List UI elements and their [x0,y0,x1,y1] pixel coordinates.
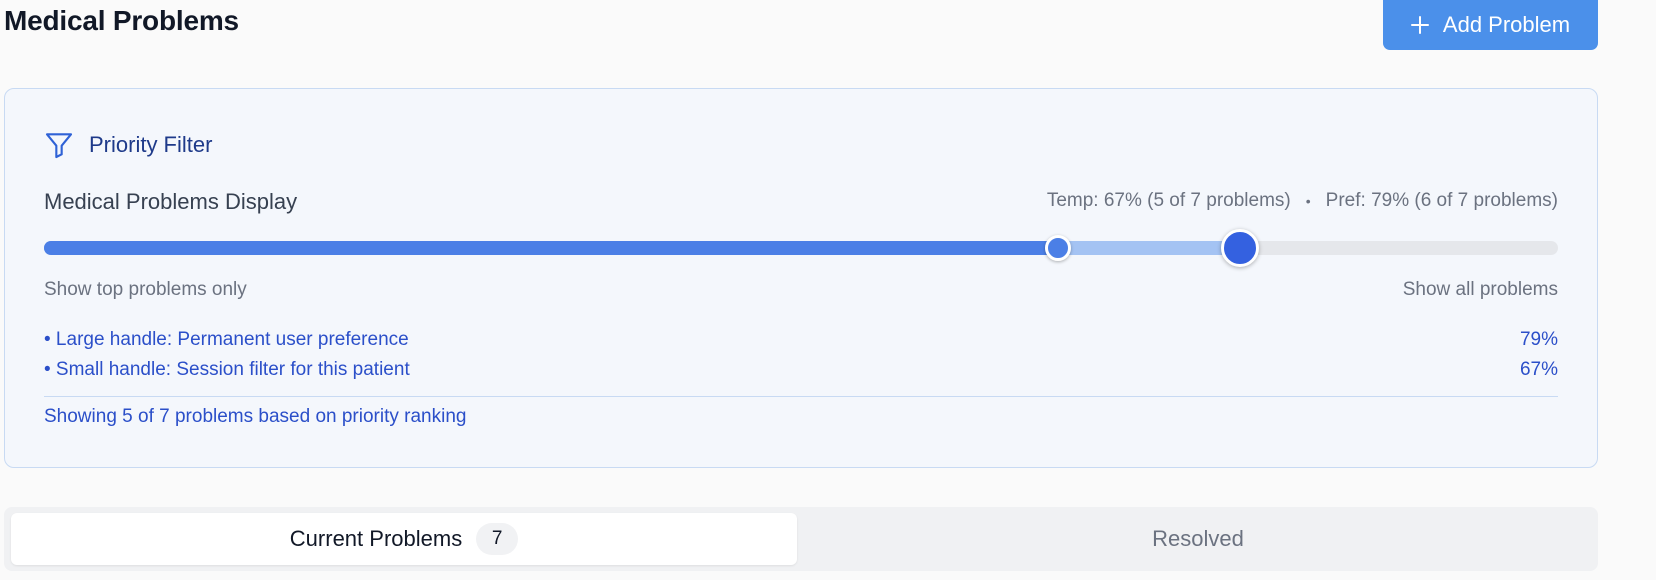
range-max-label: Show all problems [1402,279,1558,300]
count-badge: 7 [476,523,519,555]
priority-filter-card: Priority Filter Medical Problems Display… [4,88,1598,468]
add-problem-label: Add Problem [1442,12,1571,37]
tab-resolved[interactable]: Resolved [804,513,1592,565]
filter-summary: Showing 5 of 7 problems based on priorit… [44,406,467,427]
legend-item-small-handle: • Small handle: Session filter for this … [44,359,1558,381]
filter-status: Temp: 67% (5 of 7 problems) • Pref: 79% … [1047,190,1558,212]
plus-icon [1410,16,1429,34]
priority-slider[interactable] [44,229,1558,267]
tab-resolved-label: Resolved [1152,526,1244,551]
range-min-label: Show top problems only [44,279,247,300]
divider [44,396,1558,397]
legend-item-large-handle: • Large handle: Permanent user preferenc… [44,329,1558,351]
status-separator: • [1305,193,1311,209]
legend-value: 67% [1519,359,1558,380]
priority-filter-title: Priority Filter [89,132,213,157]
medical-problems-page: Medical Problems Add Problem Priority Fi… [0,0,1656,580]
tab-current-label: Current Problems [289,526,463,551]
user-preference-handle[interactable] [1221,229,1260,267]
funnel-icon [45,133,73,159]
session-filter-handle[interactable] [1045,235,1072,261]
display-label: Medical Problems Display [44,189,298,214]
pref-status: Pref: 79% (6 of 7 problems) [1325,190,1558,211]
temp-status: Temp: 67% (5 of 7 problems) [1046,190,1291,211]
slider-temp-fill [44,241,1059,255]
legend-label: • Large handle: Permanent user preferenc… [44,329,409,350]
problem-tabs: Current Problems 7 Resolved [4,507,1598,571]
legend-value: 79% [1519,329,1558,350]
page-title: Medical Problems [4,5,239,36]
priority-filter-header: Priority Filter [43,129,212,161]
add-problem-button[interactable]: Add Problem [1383,0,1598,50]
legend-label: • Small handle: Session filter for this … [44,359,410,380]
tab-current-problems[interactable]: Current Problems 7 [11,513,797,565]
